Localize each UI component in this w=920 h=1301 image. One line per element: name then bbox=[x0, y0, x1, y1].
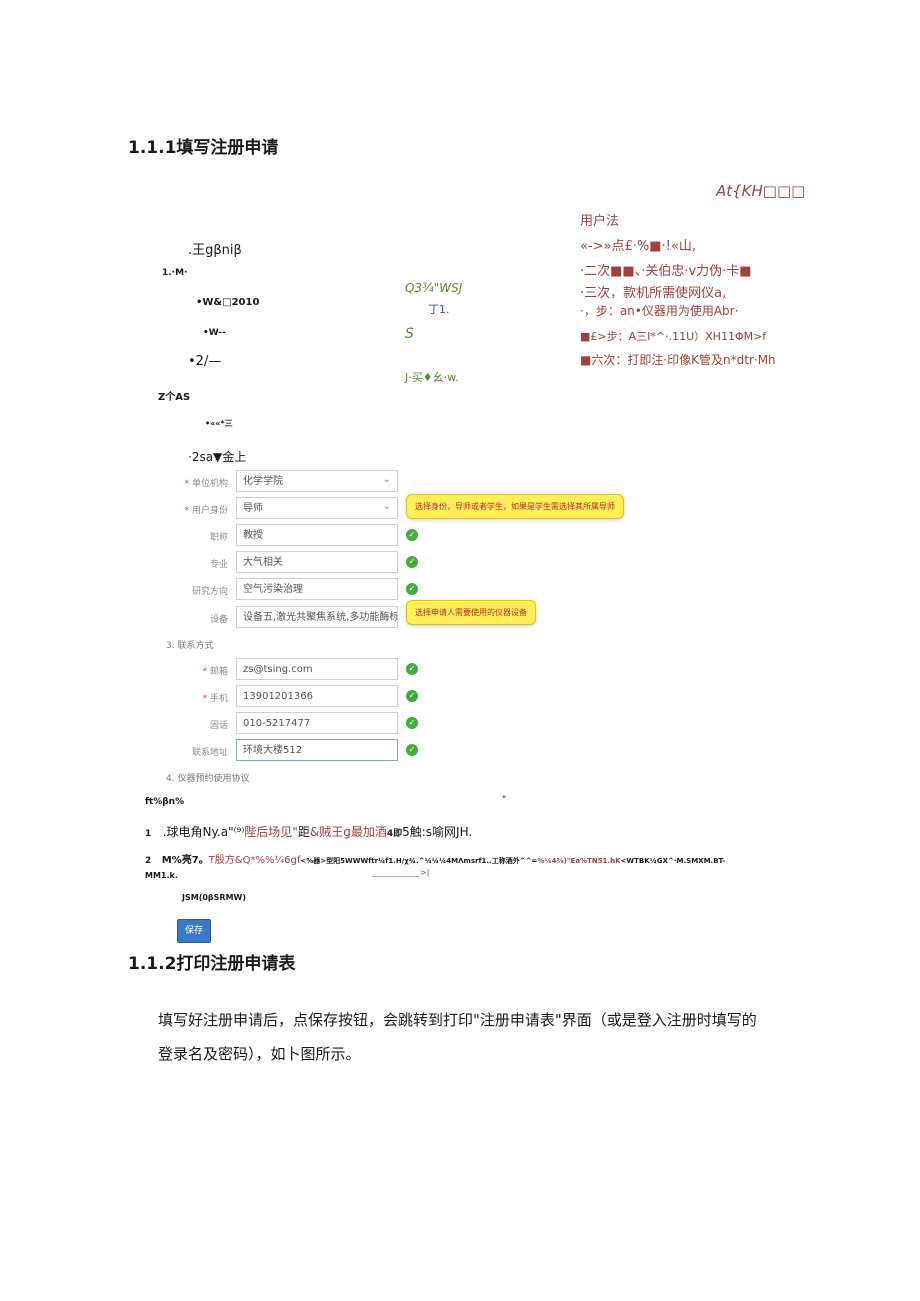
footer-line-2: 2 M%亮7。T殷方&Q*%%¼6gf<%器>型阳5WWWftr¼f1.H/χ¾… bbox=[145, 851, 725, 866]
footer-line-0-mark: " bbox=[502, 795, 507, 805]
form-label-role: * 用户身份 bbox=[148, 503, 228, 516]
phone-field[interactable]: 010-5217477 bbox=[236, 712, 398, 734]
check-icon: ✓ bbox=[406, 717, 418, 729]
required-mark: * bbox=[184, 506, 192, 516]
footer-1-a: .球电角Ny.a"⁽⁹⁾ bbox=[162, 825, 245, 839]
right-line-3: ·三次，款机所需使网仪a, bbox=[580, 286, 727, 301]
footer-2-b: T殷方&Q*%%¼6gf bbox=[208, 855, 301, 866]
left-line-3: •W&□2010 bbox=[196, 297, 260, 308]
form-label-unit: * 单位机构 bbox=[148, 476, 228, 489]
equipment-field[interactable]: 设备五,激光共聚焦系统,多功能酶标仪 bbox=[236, 606, 398, 628]
footer-link[interactable]: ____________>| bbox=[372, 868, 429, 877]
left-line-2: 1.·M· bbox=[162, 268, 188, 278]
mid-line-3: S bbox=[405, 326, 414, 342]
check-icon: ✓ bbox=[406, 744, 418, 756]
right-line-5: ■£>步：A三I*^·.11U）XH11ΦM>f bbox=[580, 330, 767, 343]
right-line-1: «->»点£·%■·!«山, bbox=[580, 239, 696, 254]
form-label-title: 职称 bbox=[209, 533, 228, 543]
check-icon: ✓ bbox=[406, 556, 418, 568]
footer-2-d: %¼4⅝)"Ea%TN51.hK bbox=[537, 857, 621, 865]
footer-1-b: 陛后场见" bbox=[244, 825, 298, 839]
paragraph-line-1: 填写好注册申请后，点保存按钮，会跳转到打印"注册申请表"界面（或是登入注册时填写… bbox=[158, 1011, 757, 1029]
mid-line-4: J·买♦幺·w. bbox=[405, 371, 459, 384]
footer-1-f: 5触:s喻网JH. bbox=[402, 825, 473, 839]
footer-1-d: &贼王g最加酒 bbox=[309, 825, 387, 839]
unit-select[interactable]: 化学学院 bbox=[236, 470, 398, 492]
check-icon: ✓ bbox=[406, 690, 418, 702]
footer-2-num: 2 bbox=[145, 856, 152, 866]
right-title: At{KH□□□ bbox=[716, 182, 806, 200]
form-label-address: 联系地址 bbox=[191, 748, 228, 758]
left-line-6: Z个AS bbox=[158, 392, 191, 403]
form-label-equipment: 设备 bbox=[209, 615, 228, 625]
mid-line-2: 丁1. bbox=[428, 303, 450, 316]
major-field[interactable]: 大气相关 bbox=[236, 551, 398, 573]
footer-line-3: JSM(0βSRMW) bbox=[182, 893, 247, 902]
check-icon: ✓ bbox=[406, 583, 418, 595]
form-label-text: 手机 bbox=[209, 694, 228, 704]
heading-print-registration: 1.1.2打印注册申请表 bbox=[128, 954, 296, 974]
address-field[interactable]: 环境大楼512 bbox=[236, 739, 398, 761]
tooltip-role: 选择身份，导师或者学生，如果是学生需选择其所属导师 bbox=[406, 494, 624, 519]
footer-1-num: 1 bbox=[145, 829, 152, 839]
footer-line-0: ft%βn% bbox=[145, 797, 185, 807]
footer-line-2b: MM1.k. bbox=[145, 871, 178, 880]
left-line-5: •2/— bbox=[188, 354, 222, 369]
footer-2-e: <WTBK¼GX^·M.SMXM.BT- bbox=[620, 857, 726, 865]
right-line-6: ■六次：打即注·印像K管及n*dtr·Mh bbox=[580, 353, 776, 367]
footer-1-e: 4即 bbox=[386, 829, 403, 839]
form-label-email: * 邮箱 bbox=[148, 664, 228, 677]
role-select[interactable]: 导师 bbox=[236, 497, 398, 519]
email-field[interactable]: zs@tsing.com bbox=[236, 658, 398, 680]
left-line-8: ·2sa▼金上 bbox=[188, 450, 247, 464]
footer-2-c: <%器>型阳5WWWftr¼f1.H/χ¾.^¼¼¼4MΛmsrf1..工称酒外… bbox=[300, 857, 538, 865]
footer-2-a: M%亮7。 bbox=[161, 855, 209, 866]
right-line-0: 用户法 bbox=[580, 214, 620, 229]
contact-section-title: 3. 联系方式 bbox=[166, 641, 214, 651]
paragraph-line-2: 登录名及密码），如卜图所示。 bbox=[158, 1045, 361, 1063]
tooltip-equipment: 选择申请人需要使用的仪器设备 bbox=[406, 600, 536, 625]
left-line-4: •W-- bbox=[203, 328, 226, 338]
mid-line-1: Q3¾"WSJ bbox=[405, 281, 463, 295]
form-label-research: 研究方向 bbox=[191, 587, 228, 597]
form-label-text: 单位机构 bbox=[191, 479, 228, 489]
research-field[interactable]: 空气污染治理 bbox=[236, 578, 398, 600]
right-line-4: ·，步：an•仪器用为使用Abr· bbox=[580, 304, 739, 318]
required-mark: * bbox=[202, 667, 210, 677]
required-mark: * bbox=[202, 694, 210, 704]
form-label-phone: 固话 bbox=[209, 721, 228, 731]
left-line-7: •««*三 bbox=[205, 419, 233, 428]
left-line-1: .王gβniβ bbox=[188, 243, 242, 258]
check-icon: ✓ bbox=[406, 663, 418, 675]
footer-line-1: 1 .球电角Ny.a"⁽⁹⁾陛后场见"距&贼王g最加酒4即5触:s喻网JH. bbox=[145, 823, 472, 840]
form-label-text: 用户身份 bbox=[191, 506, 228, 516]
agreement-section-title: 4. 仪器预约使用协议 bbox=[166, 774, 250, 784]
check-icon: ✓ bbox=[406, 529, 418, 541]
required-mark: * bbox=[184, 479, 192, 489]
heading-fill-registration: 1.1.1填写注册申请 bbox=[128, 138, 279, 158]
form-label-mobile: * 手机 bbox=[148, 691, 228, 704]
right-line-2: ·二次■■、·关伯忠·v力伪·卡■ bbox=[580, 264, 752, 279]
registration-form-screenshot: * 单位机构 化学学院 * 用户身份 导师 选择身份，导师或者学生，如果是学生需… bbox=[158, 466, 638, 786]
form-label-major: 专业 bbox=[209, 560, 228, 570]
footer-1-c: 距 bbox=[297, 825, 310, 839]
mobile-field[interactable]: 13901201366 bbox=[236, 685, 398, 707]
form-label-text: 邮箱 bbox=[209, 667, 228, 677]
save-button[interactable]: 保存 bbox=[177, 919, 211, 943]
title-field[interactable]: 教授 bbox=[236, 524, 398, 546]
